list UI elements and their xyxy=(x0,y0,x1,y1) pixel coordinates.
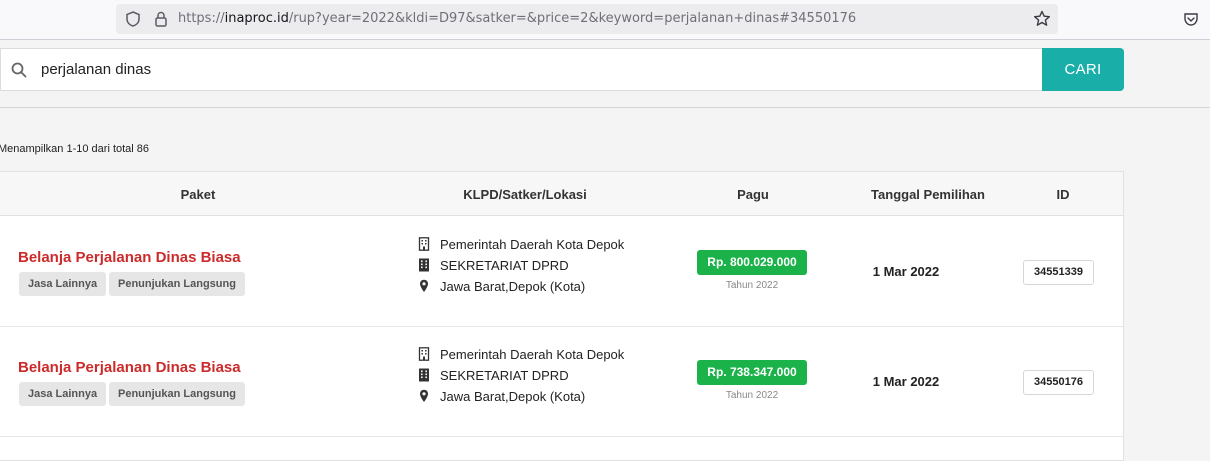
address-bar[interactable]: https://inaproc.id/rup?year=2022&kldi=D9… xyxy=(116,4,1058,34)
search-input[interactable] xyxy=(41,49,1031,90)
lock-icon[interactable] xyxy=(152,10,170,33)
lokasi-line: Jawa Barat,Depok (Kota) xyxy=(417,277,585,295)
building-icon xyxy=(417,347,431,361)
search-box[interactable] xyxy=(0,48,1042,91)
klpd-text: Pemerintah Daerah Kota Depok xyxy=(440,346,625,362)
category-tag: Jasa Lainnya xyxy=(19,382,107,406)
method-tag: Penunjukan Langsung xyxy=(109,272,245,296)
package-title-link[interactable]: Belanja Perjalanan Dinas Biasa xyxy=(18,249,241,266)
building-icon xyxy=(417,237,431,251)
map-pin-icon xyxy=(417,279,431,293)
id-badge[interactable]: 34550176 xyxy=(1023,370,1094,395)
satker-text: SEKRETARIAT DPRD xyxy=(440,257,569,273)
lokasi-text: Jawa Barat,Depok (Kota) xyxy=(440,388,586,404)
pocket-icon[interactable] xyxy=(1183,11,1199,32)
header-klpd[interactable]: KLPD/Satker/Lokasi xyxy=(445,187,605,202)
table-row: Belanja Perjalanan Dinas Biasa Jasa Lain… xyxy=(0,327,1123,437)
search-button[interactable]: CARI xyxy=(1042,48,1124,91)
search-icon xyxy=(11,62,27,83)
lokasi-text: Jawa Barat,Depok (Kota) xyxy=(440,278,586,294)
klpd-text: Pemerintah Daerah Kota Depok xyxy=(440,236,625,252)
url-text: https://inaproc.id/rup?year=2022&kldi=D9… xyxy=(178,11,856,26)
results-count: Menampilkan 1-10 dari total 86 xyxy=(0,143,150,155)
search-area: CARI xyxy=(0,40,1210,108)
satker-text: SEKRETARIAT DPRD xyxy=(440,367,569,383)
method-tag: Penunjukan Langsung xyxy=(109,382,245,406)
tracking-shield-icon[interactable] xyxy=(124,10,142,33)
satker-line: SEKRETARIAT DPRD xyxy=(417,256,569,274)
map-pin-icon xyxy=(417,389,431,403)
header-paket[interactable]: Paket xyxy=(148,187,248,202)
pagu-badge: Rp. 738.347.000 xyxy=(697,360,807,385)
url-prefix: https:// xyxy=(178,11,225,26)
klpd-line: Pemerintah Daerah Kota Depok xyxy=(417,235,624,253)
category-tag: Jasa Lainnya xyxy=(19,272,107,296)
header-id[interactable]: ID xyxy=(1043,187,1083,202)
package-title-link[interactable]: Belanja Perjalanan Dinas Biasa xyxy=(18,359,241,376)
tanggal-pemilihan: 1 Mar 2022 xyxy=(872,374,940,389)
url-domain: inaproc.id xyxy=(224,11,289,26)
browser-toolbar: https://inaproc.id/rup?year=2022&kldi=D9… xyxy=(0,0,1210,40)
pagu-year: Tahun 2022 xyxy=(725,390,779,401)
id-badge[interactable]: 34551339 xyxy=(1023,260,1094,285)
url-path: /rup?year=2022&kldi=D97&satker=&price=2&… xyxy=(288,11,857,26)
bookmark-star-icon[interactable] xyxy=(1032,9,1052,34)
office-building-icon xyxy=(417,258,431,272)
klpd-line: Pemerintah Daerah Kota Depok xyxy=(417,345,624,363)
satker-line: SEKRETARIAT DPRD xyxy=(417,366,569,384)
table-header: Paket KLPD/Satker/Lokasi Pagu Tanggal Pe… xyxy=(0,172,1123,216)
pagu-year: Tahun 2022 xyxy=(725,280,779,291)
table-row: Belanja Perjalanan Dinas Biasa Jasa Lain… xyxy=(0,217,1123,327)
office-building-icon xyxy=(417,368,431,382)
tanggal-pemilihan: 1 Mar 2022 xyxy=(872,264,940,279)
header-pagu[interactable]: Pagu xyxy=(720,187,786,202)
pagu-badge: Rp. 800.029.000 xyxy=(697,250,807,275)
lokasi-line: Jawa Barat,Depok (Kota) xyxy=(417,387,585,405)
header-tanggal[interactable]: Tanggal Pemilihan xyxy=(858,187,998,202)
results-table: Paket KLPD/Satker/Lokasi Pagu Tanggal Pe… xyxy=(0,171,1124,461)
